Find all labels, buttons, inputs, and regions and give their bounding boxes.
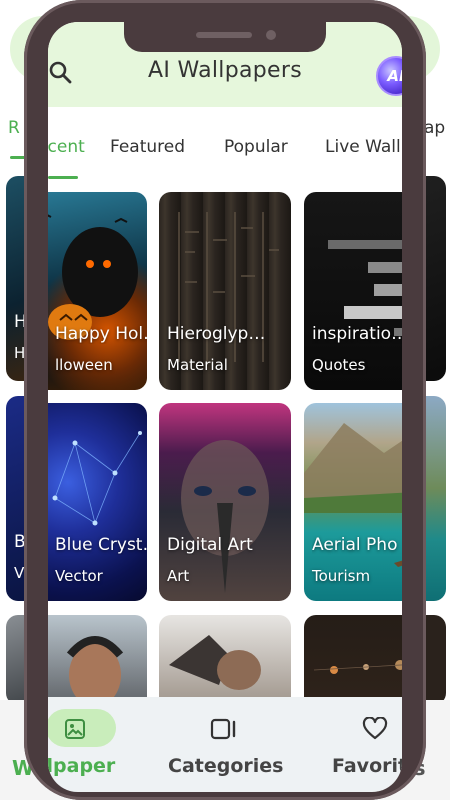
nav-categories-label: Categories — [168, 755, 284, 777]
tab-recent[interactable]: Recent — [48, 137, 85, 157]
wallpaper-title: Aerial Pho — [312, 535, 398, 555]
avatar[interactable]: AI — [376, 56, 402, 96]
wallpaper-card[interactable]: Digital Art Art — [159, 403, 291, 601]
wallpaper-title: Hieroglyp… — [167, 324, 266, 344]
wallpaper-category: Tourism — [312, 567, 371, 585]
background-tab-fragment: R — [8, 118, 20, 138]
speaker-grille — [196, 32, 252, 38]
tab-bar: Recent Featured Popular Live Wallpapers — [48, 127, 402, 179]
nav-categories[interactable]: Categories — [166, 697, 286, 792]
app-title: AI Wallpapers — [148, 58, 302, 83]
phone-screen: AI Wallpapers AI Recent Featured Popular… — [48, 22, 402, 792]
image-icon — [65, 719, 85, 739]
background-tab-fragment-right: ap — [424, 118, 446, 138]
wallpaper-category: Vector — [55, 567, 103, 585]
nav-wallpaper-label: llpaper — [48, 755, 116, 777]
wallpaper-card[interactable]: Hieroglyp… Material — [159, 192, 291, 390]
wallpaper-category: Art — [167, 567, 190, 585]
tab-popular[interactable]: Popular — [224, 137, 288, 157]
wallpaper-card[interactable]: inspiratio… Quotes — [304, 192, 402, 390]
front-camera — [266, 30, 276, 40]
categories-icon — [210, 718, 236, 740]
wallpaper-category: lloween — [55, 356, 113, 374]
wallpaper-category: Quotes — [312, 356, 366, 374]
wallpaper-title: Digital Art — [167, 535, 253, 555]
nav-favorites-label: Favorit — [332, 755, 402, 777]
wallpaper-card[interactable]: Aerial Pho Tourism — [304, 403, 402, 601]
wallpaper-card[interactable]: Blue Cryst… Vector — [48, 403, 147, 601]
nav-wallpaper[interactable]: llpaper — [48, 697, 158, 792]
tab-featured[interactable]: Featured — [110, 137, 185, 157]
wallpaper-title: inspiratio… — [312, 324, 402, 344]
tab-active-indicator — [48, 176, 78, 179]
bottom-navigation: llpaper Categories Favorit — [48, 697, 402, 792]
nav-favorites[interactable]: Favorit — [328, 697, 402, 792]
wallpaper-title: Blue Cryst… — [55, 535, 147, 555]
background-card-caption: V — [14, 564, 25, 582]
tab-live-wallpapers[interactable]: Live Wallpapers — [325, 137, 402, 157]
wallpaper-card[interactable]: Happy Hol… lloween — [48, 192, 147, 390]
phone-notch — [124, 22, 326, 52]
wallpaper-title: Happy Hol… — [55, 324, 147, 344]
wallpaper-category: Material — [167, 356, 228, 374]
heart-icon — [362, 717, 388, 740]
